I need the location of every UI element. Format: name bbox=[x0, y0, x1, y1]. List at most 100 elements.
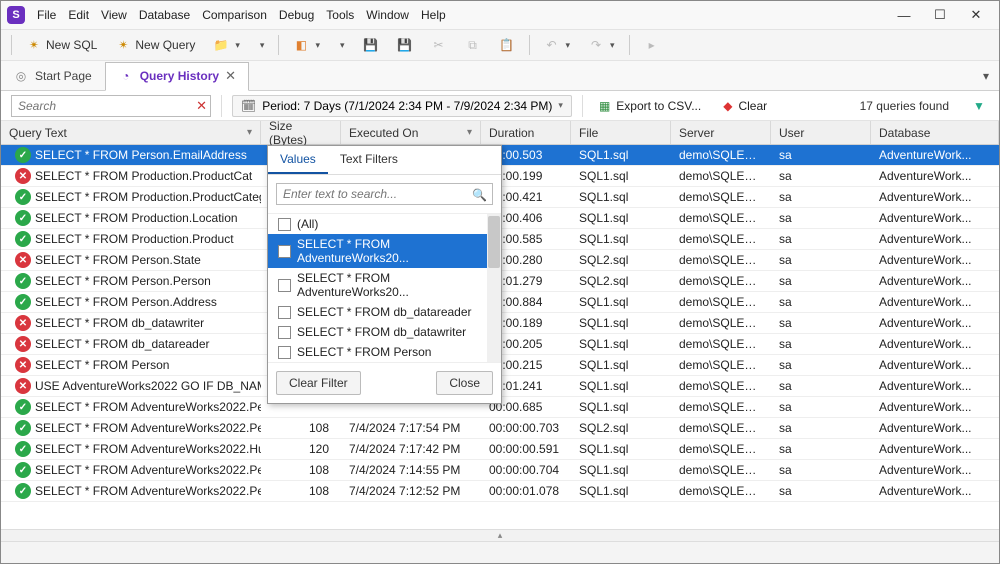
filter-icon[interactable]: ▾ bbox=[247, 127, 252, 138]
col-file[interactable]: File bbox=[571, 121, 671, 144]
col-query-text[interactable]: Query Text ▾ bbox=[1, 121, 261, 144]
period-dropdown[interactable]: 🗓 Period: 7 Days (7/1/2024 2:34 PM - 7/9… bbox=[232, 95, 572, 117]
table-row[interactable]: ✓SELECT * FROM AdventureWorks2022.Person… bbox=[1, 418, 999, 439]
col-server[interactable]: Server bbox=[671, 121, 771, 144]
window-maximize[interactable]: ☐ bbox=[923, 4, 957, 26]
checkbox[interactable] bbox=[278, 218, 291, 231]
clear-button[interactable]: ◆ Clear bbox=[717, 96, 773, 116]
cell-size: 108 bbox=[261, 484, 341, 498]
table-row[interactable]: ✓SELECT * FROM AdventureWorks2022.HumanR… bbox=[1, 439, 999, 460]
toolbar: ✴ New SQL ✴ New Query 📁▾ ▾ ◧▾ ▾ 💾 💾 ✂ ⧉ … bbox=[1, 29, 999, 61]
menu-help[interactable]: Help bbox=[421, 8, 446, 22]
filter-value-item[interactable]: SELECT * FROM db_datareader bbox=[268, 302, 501, 322]
checkbox[interactable] bbox=[278, 245, 291, 258]
redo-icon: ↷ bbox=[588, 37, 604, 53]
checkbox[interactable] bbox=[278, 326, 291, 339]
undo-button[interactable]: ↶▾ bbox=[538, 35, 577, 55]
menu-tools[interactable]: Tools bbox=[326, 8, 354, 22]
caret-icon: ▾ bbox=[315, 40, 320, 51]
tab-overflow-button[interactable]: ▾ bbox=[973, 69, 999, 83]
cell-file: SQL1.sql bbox=[571, 337, 671, 351]
checkbox[interactable] bbox=[278, 306, 291, 319]
table-row[interactable]: ✓SELECT * FROM AdventureWorks2022.Person… bbox=[1, 460, 999, 481]
menu-window[interactable]: Window bbox=[366, 8, 409, 22]
copy-button[interactable]: ⧉ bbox=[459, 35, 487, 55]
col-duration[interactable]: Duration bbox=[481, 121, 571, 144]
close-tab-icon[interactable]: ✕ bbox=[225, 68, 236, 84]
col-size[interactable]: Size (Bytes) bbox=[261, 121, 341, 144]
filter-value-item[interactable]: SELECT * FROM Person.Address bbox=[268, 362, 501, 363]
filter-search-input[interactable] bbox=[276, 183, 493, 205]
status-bar bbox=[1, 541, 999, 563]
filter-value-item[interactable]: SELECT * FROM Person bbox=[268, 342, 501, 362]
clear-filter-button[interactable]: Clear Filter bbox=[276, 371, 361, 395]
cell-user: sa bbox=[771, 190, 871, 204]
menu-edit[interactable]: Edit bbox=[68, 8, 89, 22]
export-csv-button[interactable]: ▦ Export to CSV... bbox=[593, 96, 707, 116]
toolbar-dropdown-1[interactable]: 📁▾ bbox=[207, 35, 246, 55]
col-executed-on[interactable]: Executed On ▾ bbox=[341, 121, 481, 144]
undo-icon: ↶ bbox=[544, 37, 560, 53]
toolbar-dropdown-3[interactable]: ▾ bbox=[332, 38, 351, 53]
separator bbox=[11, 35, 12, 55]
menu-file[interactable]: File bbox=[37, 8, 56, 22]
sort-icon[interactable]: ▾ bbox=[467, 127, 472, 138]
filter-value-item[interactable]: (All) bbox=[268, 214, 501, 234]
menu-database[interactable]: Database bbox=[139, 8, 190, 22]
cell-user: sa bbox=[771, 316, 871, 330]
run-button[interactable]: ▸ bbox=[638, 35, 666, 55]
filter-value-item[interactable]: SELECT * FROM db_datawriter bbox=[268, 322, 501, 342]
tab-start-page-label: Start Page bbox=[35, 69, 92, 83]
cell-user: sa bbox=[771, 463, 871, 477]
scrollbar-thumb[interactable] bbox=[488, 216, 500, 268]
tab-start-page[interactable]: ◎ Start Page bbox=[1, 61, 105, 90]
close-filter-button[interactable]: Close bbox=[436, 371, 493, 395]
new-query-button[interactable]: ✴ New Query bbox=[109, 35, 201, 55]
save-all-icon: 💾 bbox=[397, 37, 413, 53]
menu-view[interactable]: View bbox=[101, 8, 127, 22]
caret-icon: ▾ bbox=[260, 40, 265, 51]
search-input[interactable] bbox=[11, 95, 211, 117]
cell-user: sa bbox=[771, 442, 871, 456]
window-close[interactable]: ✕ bbox=[959, 4, 993, 26]
filter-scrollbar[interactable] bbox=[487, 214, 501, 362]
cell-query-text: ✕SELECT * FROM db_datareader bbox=[1, 336, 261, 352]
window-minimize[interactable]: — bbox=[887, 4, 921, 26]
save-all-button[interactable]: 💾 bbox=[391, 35, 419, 55]
tab-query-history[interactable]: ◔ Query History ✕ bbox=[105, 62, 249, 91]
filter-tab-values[interactable]: Values bbox=[268, 146, 328, 174]
menu-debug[interactable]: Debug bbox=[279, 8, 314, 22]
menu-comparison[interactable]: Comparison bbox=[202, 8, 267, 22]
query-text: SELECT * FROM db_datareader bbox=[35, 337, 210, 351]
cell-database: AdventureWork... bbox=[871, 169, 999, 183]
filter-value-item[interactable]: SELECT * FROM AdventureWorks20... bbox=[268, 268, 501, 302]
status-ok-icon: ✓ bbox=[15, 231, 31, 247]
resize-handle[interactable]: ▴ bbox=[1, 529, 999, 541]
table-row[interactable]: ✓SELECT * FROM AdventureWorks2022.Person… bbox=[1, 481, 999, 502]
paste-button[interactable]: 📋 bbox=[493, 35, 521, 55]
cell-server: demo\SQLEXPR... bbox=[671, 148, 771, 162]
cell-query-text: ✓SELECT * FROM Person.EmailAddress bbox=[1, 147, 261, 163]
col-database[interactable]: Database bbox=[871, 121, 999, 144]
toolbar-dropdown-2[interactable]: ▾ bbox=[252, 38, 271, 53]
clear-search-icon[interactable]: ✕ bbox=[196, 98, 207, 114]
new-sql-button[interactable]: ✴ New SQL bbox=[20, 35, 103, 55]
cut-button[interactable]: ✂ bbox=[425, 35, 453, 55]
cell-query-text: ✓SELECT * FROM AdventureWorks2022.Person… bbox=[1, 399, 261, 415]
save-button[interactable]: 💾 bbox=[357, 35, 385, 55]
toolbar-btn-3[interactable]: ◧▾ bbox=[287, 35, 326, 55]
filter-value-item[interactable]: SELECT * FROM AdventureWorks20... bbox=[268, 234, 501, 268]
funnel-icon[interactable]: ▼ bbox=[969, 96, 989, 116]
checkbox[interactable] bbox=[278, 279, 291, 292]
checkbox[interactable] bbox=[278, 346, 291, 359]
cell-file: SQL1.sql bbox=[571, 358, 671, 372]
col-user[interactable]: User bbox=[771, 121, 871, 144]
cell-server: demo\SQLEXPR... bbox=[671, 295, 771, 309]
filter-tab-text-filters[interactable]: Text Filters bbox=[328, 146, 410, 174]
cell-database: AdventureWork... bbox=[871, 463, 999, 477]
cell-query-text: ✓SELECT * FROM AdventureWorks2022.Person… bbox=[1, 462, 261, 478]
cell-query-text: ✓SELECT * FROM AdventureWorks2022.HumanR… bbox=[1, 441, 261, 457]
separator bbox=[629, 35, 630, 55]
redo-button[interactable]: ↷▾ bbox=[582, 35, 621, 55]
cell-query-text: ✕SELECT * FROM Person.State bbox=[1, 252, 261, 268]
